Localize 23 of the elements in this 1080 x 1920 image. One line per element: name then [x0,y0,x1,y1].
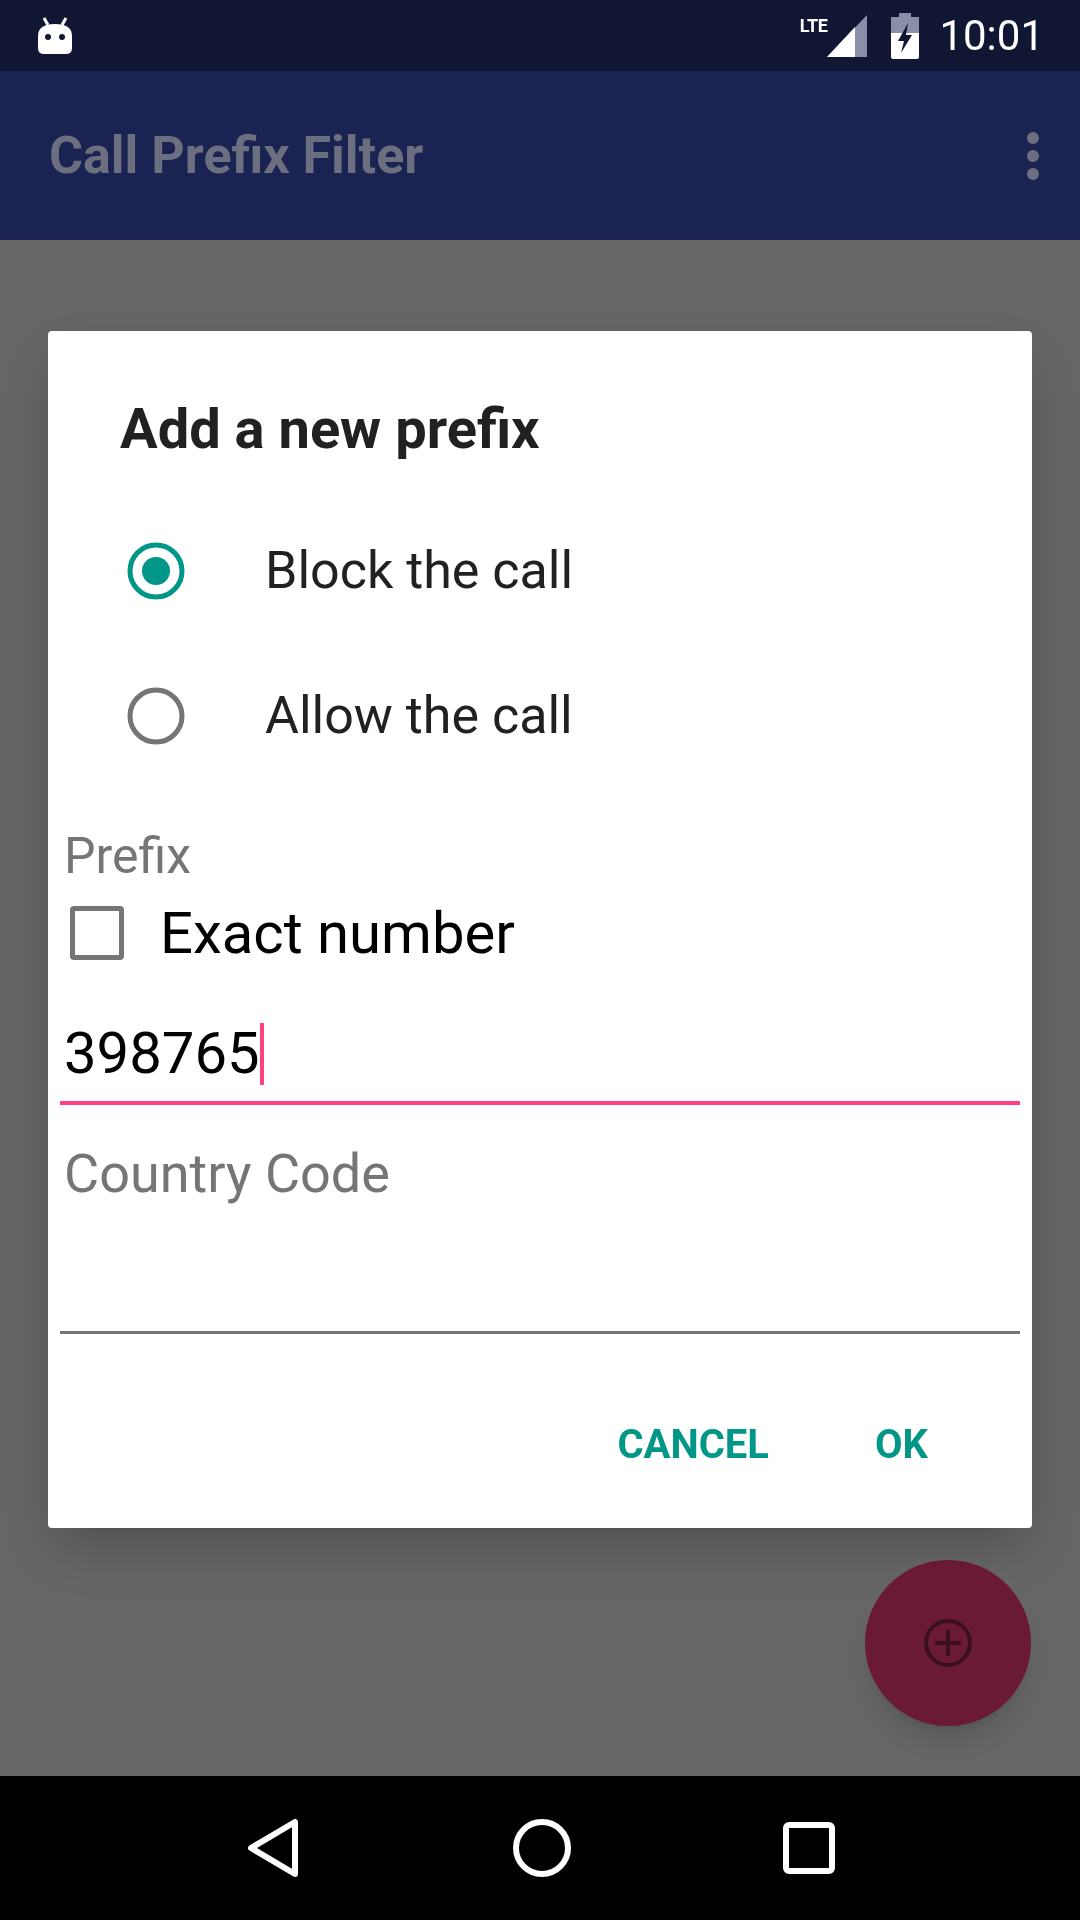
recents-icon[interactable] [782,1822,835,1874]
prefix-label: Prefix [64,828,193,884]
network-type: LTE [799,14,828,38]
text-cursor [259,1022,264,1085]
signal-icon [827,14,868,57]
radio-button[interactable] [126,685,186,746]
dialog-title: Add a new prefix [119,395,541,459]
overflow-menu-icon[interactable] [1026,131,1040,180]
radio-button[interactable] [126,540,186,601]
country-code-label: Country Code [64,1145,391,1203]
dialog-button[interactable]: OK [851,1400,952,1490]
add-circle-icon [923,1618,973,1668]
radio-option[interactable]: Allow the call [48,643,1032,788]
prefix-field[interactable]: 398765 [60,1006,1020,1105]
clock: 10:01 [939,10,1044,62]
battery-icon [891,12,920,59]
app-title: Call Prefix Filter [49,123,425,188]
home-icon[interactable] [512,1818,572,1878]
checkbox[interactable] [70,906,124,960]
dialog-button[interactable]: CANCEL [593,1400,793,1490]
exact-number-checkbox[interactable]: Exact number [60,888,1020,978]
radio-option[interactable]: Block the call [48,498,1032,643]
android-icon [36,15,74,56]
